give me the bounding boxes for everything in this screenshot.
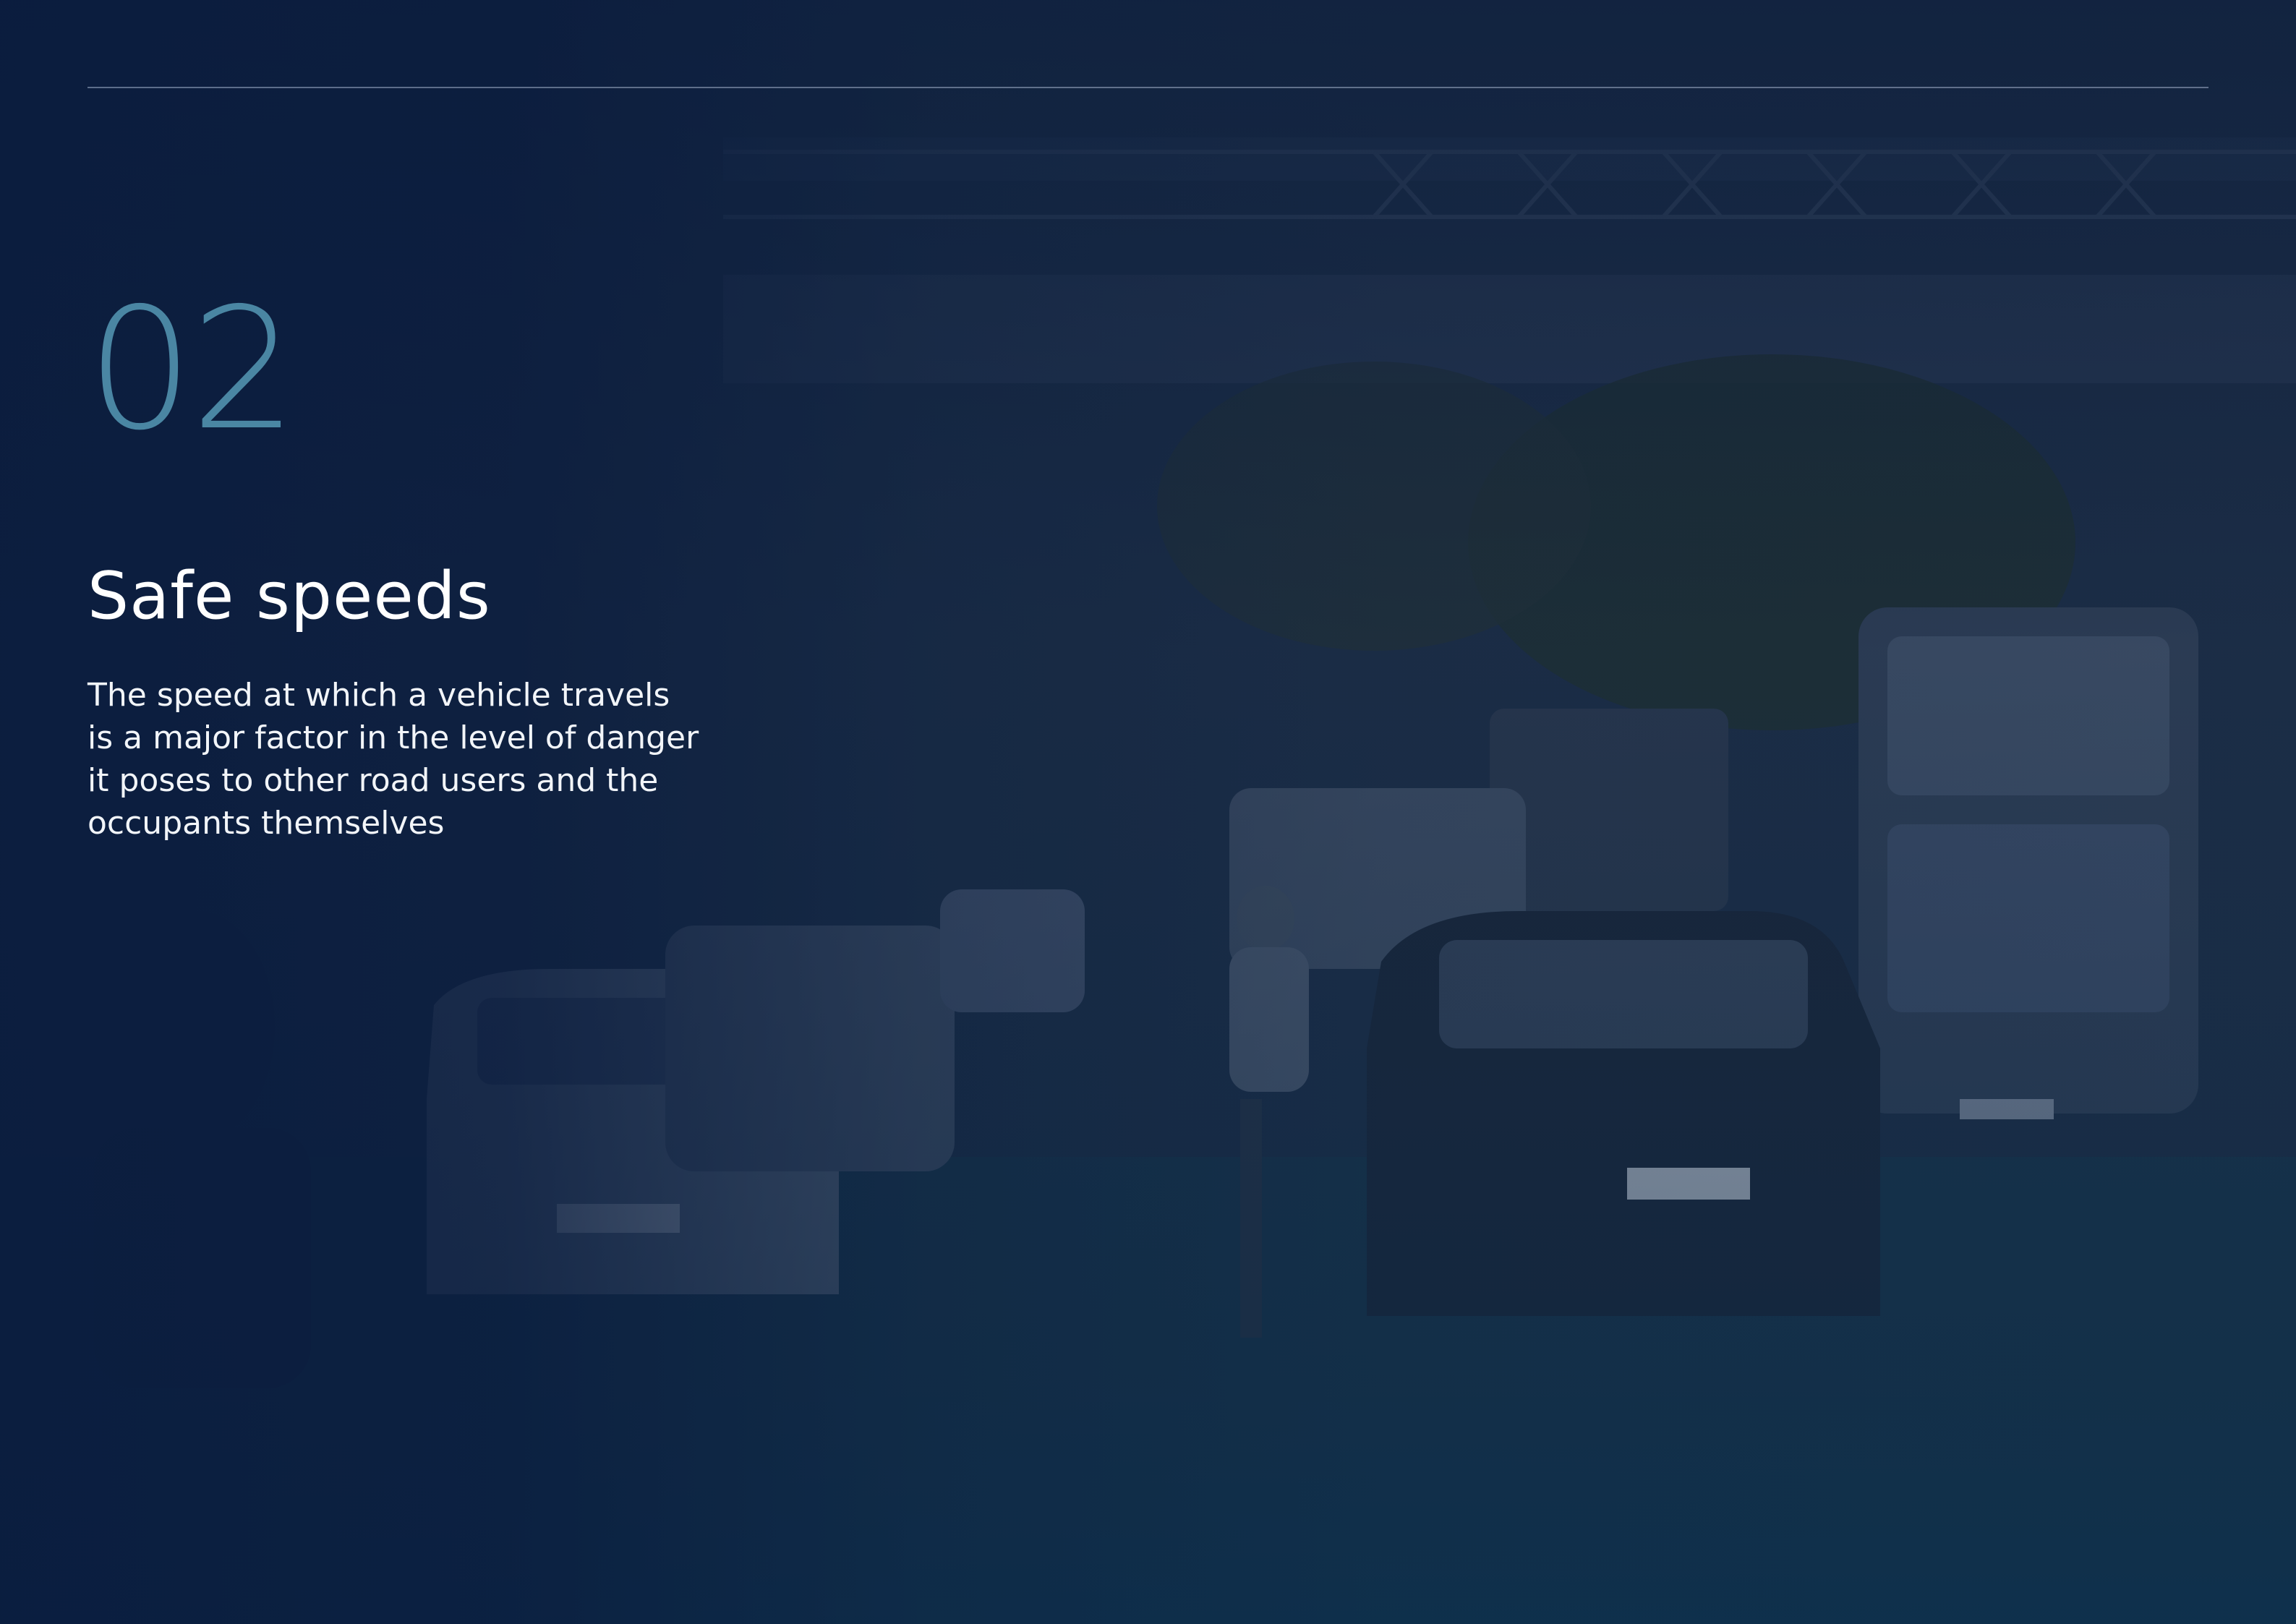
top-divider (88, 87, 2208, 88)
section-number: 02 (87, 272, 297, 467)
page: 02 Safe speeds The speed at which a vehi… (0, 0, 2296, 1624)
section-body: The speed at which a vehicle travels is … (88, 677, 699, 842)
section-title: Safe speeds (88, 558, 491, 634)
